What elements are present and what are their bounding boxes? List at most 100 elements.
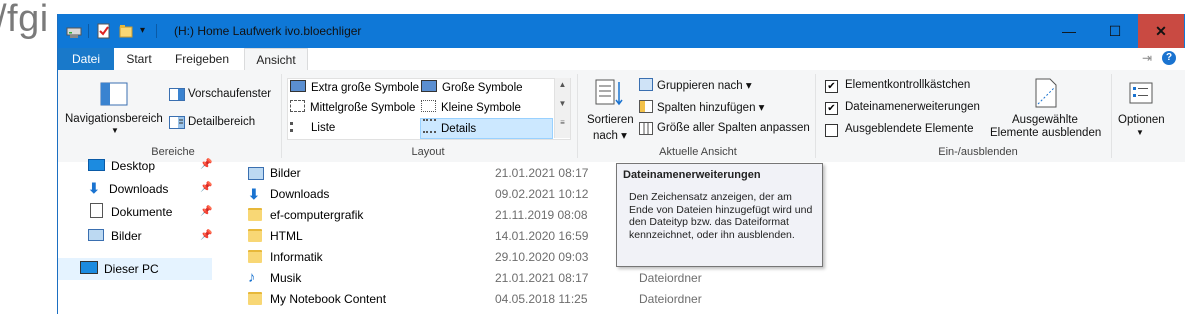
sort-by-icon[interactable] xyxy=(594,78,624,111)
new-folder-icon[interactable] xyxy=(118,23,134,39)
pin-icon[interactable]: 📌 xyxy=(200,230,212,241)
file-date: 14.01.2020 16:59 xyxy=(495,229,589,243)
hide-selected-label-line1[interactable]: Ausgewählte xyxy=(1012,114,1078,126)
layout-option-large-icons[interactable]: Große Symbole xyxy=(421,79,523,98)
size-columns-icon xyxy=(639,122,653,138)
item-checkboxes-label[interactable]: Elementkontrollkästchen xyxy=(845,79,970,91)
group-label-ein-ausblenden: Ein-/ausblenden xyxy=(938,146,1018,158)
layout-option-list[interactable]: Liste xyxy=(290,119,335,138)
options-icon[interactable] xyxy=(1129,82,1153,107)
pictures-icon xyxy=(88,229,104,241)
folder-icon xyxy=(248,208,262,221)
layout-option-details[interactable]: Details xyxy=(420,118,553,139)
window-title: (H:) Home Laufwerk ivo.bloechliger xyxy=(174,24,362,38)
sort-by-label-line2[interactable]: nach ▾ xyxy=(593,128,627,142)
properties-icon[interactable] xyxy=(96,23,112,39)
tab-freigeben[interactable]: Freigeben xyxy=(166,48,238,70)
layout-option-small-icons[interactable]: Kleine Symbole xyxy=(421,99,521,118)
scroll-up-icon[interactable]: ▲ xyxy=(555,80,570,89)
maximize-button[interactable]: ☐ xyxy=(1092,14,1138,48)
nav-item-desktop[interactable]: Desktop xyxy=(88,155,155,177)
ribbon-tabs: Datei Start Freigeben Ansicht ⇥ ? xyxy=(58,48,1185,71)
nav-item-documents[interactable]: Dokumente xyxy=(88,201,172,223)
list-icon xyxy=(290,122,306,132)
customize-quick-access-icon[interactable]: ▾ xyxy=(140,25,145,41)
nav-item-this-pc[interactable]: Dieser PC xyxy=(58,258,212,280)
navigation-pane-label[interactable]: Navigationsbereich xyxy=(65,113,163,125)
layout-option-medium-icons[interactable]: Mittelgroße Symbole xyxy=(290,99,415,118)
group-label-layout: Layout xyxy=(411,146,445,158)
separator xyxy=(815,74,816,158)
help-icon[interactable]: ? xyxy=(1162,51,1176,65)
sort-by-label-line1[interactable]: Sortieren xyxy=(587,114,634,126)
add-columns-icon xyxy=(639,100,653,116)
options-label[interactable]: Optionen xyxy=(1118,114,1165,126)
pin-ribbon-icon[interactable]: ⇥ xyxy=(1142,51,1152,65)
file-date: 21.01.2021 08:17 xyxy=(495,271,589,285)
downloads-icon: ⬇ xyxy=(248,186,260,202)
downloads-icon: ⬇ xyxy=(88,180,100,196)
file-name: Bilder xyxy=(270,166,301,180)
folder-icon xyxy=(248,250,262,263)
details-icon xyxy=(423,119,436,133)
tooltip-body: Den Zeichensatz anzeigen, der am Ende vo… xyxy=(629,191,813,241)
details-pane-icon xyxy=(169,116,185,132)
tooltip: Dateinamenerweiterungen Den Zeichensatz … xyxy=(616,163,823,267)
drive-icon[interactable] xyxy=(66,23,82,39)
title-bar: ▾ (H:) Home Laufwerk ivo.bloechliger — ☐… xyxy=(58,14,1185,48)
file-type: Dateiordner xyxy=(639,292,702,306)
separator xyxy=(281,74,282,158)
tooltip-title: Dateinamenerweiterungen xyxy=(623,169,761,181)
item-checkboxes-checkbox[interactable]: ✔ xyxy=(825,80,838,93)
minimize-button[interactable]: — xyxy=(1046,14,1092,48)
pin-icon[interactable]: 📌 xyxy=(200,206,212,217)
nav-item-pictures[interactable]: Bilder xyxy=(88,225,142,247)
desktop-icon xyxy=(88,159,105,171)
ribbon-panel: Navigationsbereich ▼ Vorschaufenster Det… xyxy=(58,70,1185,163)
extra-large-icons-icon xyxy=(290,80,306,92)
tab-ansicht[interactable]: Ansicht xyxy=(244,48,308,71)
gallery-more-icon[interactable]: ≡ xyxy=(555,118,570,127)
preview-pane-button[interactable]: Vorschaufenster xyxy=(188,88,271,100)
details-pane-button[interactable]: Detailbereich xyxy=(188,116,255,128)
tab-start[interactable]: Start xyxy=(116,48,162,70)
file-name: Downloads xyxy=(270,187,330,201)
add-columns-button[interactable]: Spalten hinzufügen ▾ xyxy=(657,100,764,114)
nav-item-downloads[interactable]: ⬇ Downloads xyxy=(88,177,168,199)
group-by-button[interactable]: Gruppieren nach ▾ xyxy=(657,78,752,92)
folder-icon xyxy=(248,229,262,242)
size-all-columns-button[interactable]: Größe aller Spalten anpassen xyxy=(657,122,810,134)
file-row[interactable]: My Notebook Content 04.05.2018 11:25 Dat… xyxy=(248,289,1148,310)
options-dropdown-icon[interactable]: ▼ xyxy=(1136,128,1144,137)
hide-selected-items-icon[interactable] xyxy=(1034,78,1058,111)
navigation-pane-icon[interactable] xyxy=(100,82,128,109)
hidden-items-checkbox[interactable] xyxy=(825,124,838,137)
pin-icon[interactable]: 📌 xyxy=(200,182,212,193)
hide-selected-label-line2[interactable]: Elemente ausblenden xyxy=(990,127,1101,139)
separator-line-2 xyxy=(156,24,157,38)
separator-line xyxy=(88,24,89,38)
hidden-items-label[interactable]: Ausgeblendete Elemente xyxy=(845,123,974,135)
scroll-down-icon[interactable]: ▼ xyxy=(555,99,570,108)
layout-option-extra-large-icons[interactable]: Extra große Symbole xyxy=(290,79,419,98)
file-name-extensions-label[interactable]: Dateinamenerweiterungen xyxy=(845,101,980,113)
pin-icon[interactable]: 📌 xyxy=(200,159,212,170)
music-icon: ♪ xyxy=(248,269,256,286)
documents-icon xyxy=(90,203,103,218)
file-date: 21.11.2019 08:08 xyxy=(495,208,588,222)
pictures-folder-icon xyxy=(248,167,264,180)
file-date: 21.01.2021 08:17 xyxy=(495,166,589,180)
small-icons-icon xyxy=(421,100,436,112)
navigation-pane-dropdown-icon[interactable]: ▼ xyxy=(111,126,119,135)
file-name: Musik xyxy=(270,271,302,285)
tab-datei[interactable]: Datei xyxy=(58,48,114,70)
large-icons-icon xyxy=(421,80,437,92)
close-button[interactable]: ✕ xyxy=(1138,14,1184,48)
file-name: ef-computergrafik xyxy=(270,208,364,222)
layout-gallery-scroll[interactable]: ▲ ▼ ≡ xyxy=(554,78,570,138)
file-name-extensions-checkbox[interactable]: ✔ xyxy=(825,102,838,115)
separator xyxy=(1111,74,1112,158)
file-row[interactable]: ♪ Musik 21.01.2021 08:17 Dateiordner xyxy=(248,268,1148,289)
file-date: 04.05.2018 11:25 xyxy=(495,292,588,306)
medium-icons-icon xyxy=(290,100,305,112)
